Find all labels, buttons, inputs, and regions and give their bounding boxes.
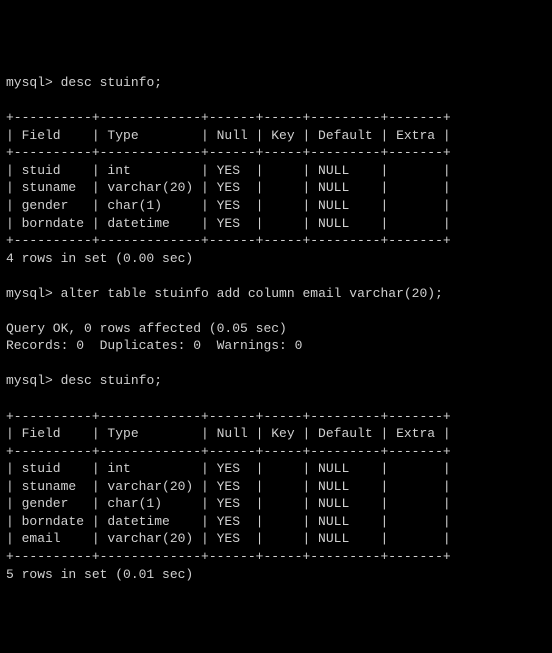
table2-row: | stuid | int | YES | | NULL | | — [6, 461, 451, 476]
desc-command-1: desc stuinfo; — [61, 75, 162, 90]
alter-result-2: Records: 0 Duplicates: 0 Warnings: 0 — [6, 338, 302, 353]
status-rows-2: 5 rows in set (0.01 sec) — [6, 567, 193, 582]
mysql-prompt: mysql> — [6, 373, 53, 388]
table2-row: | email | varchar(20) | YES | | NULL | | — [6, 531, 451, 546]
table1-row: | borndate | datetime | YES | | NULL | | — [6, 216, 451, 231]
alter-command: alter table stuinfo add column email var… — [61, 286, 443, 301]
mysql-prompt: mysql> — [6, 75, 53, 90]
table1-header: | Field | Type | Null | Key | Default | … — [6, 128, 451, 143]
desc-command-2: desc stuinfo; — [61, 373, 162, 388]
table1-row: | gender | char(1) | YES | | NULL | | — [6, 198, 451, 213]
table1-border-top: +----------+-------------+------+-----+-… — [6, 110, 451, 125]
command-line-1[interactable]: mysql> desc stuinfo; — [6, 74, 546, 92]
table2-row: | gender | char(1) | YES | | NULL | | — [6, 496, 451, 511]
table2-border-mid: +----------+-------------+------+-----+-… — [6, 444, 451, 459]
table2-border-top: +----------+-------------+------+-----+-… — [6, 409, 451, 424]
table2-row: | borndate | datetime | YES | | NULL | | — [6, 514, 451, 529]
table2-header: | Field | Type | Null | Key | Default | … — [6, 426, 451, 441]
mysql-prompt: mysql> — [6, 286, 53, 301]
table2-row: | stuname | varchar(20) | YES | | NULL |… — [6, 479, 451, 494]
command-line-3[interactable]: mysql> desc stuinfo; — [6, 372, 546, 390]
table1-row: | stuid | int | YES | | NULL | | — [6, 163, 451, 178]
command-line-2[interactable]: mysql> alter table stuinfo add column em… — [6, 285, 546, 303]
alter-result-1: Query OK, 0 rows affected (0.05 sec) — [6, 321, 287, 336]
table2-border-bottom: +----------+-------------+------+-----+-… — [6, 549, 451, 564]
table1-border-mid: +----------+-------------+------+-----+-… — [6, 145, 451, 160]
table1-row: | stuname | varchar(20) | YES | | NULL |… — [6, 180, 451, 195]
table1-border-bottom: +----------+-------------+------+-----+-… — [6, 233, 451, 248]
status-rows-1: 4 rows in set (0.00 sec) — [6, 251, 193, 266]
